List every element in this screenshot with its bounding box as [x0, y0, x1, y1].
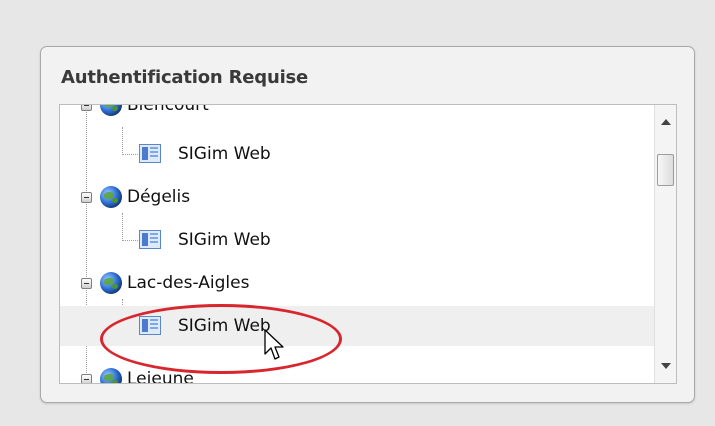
scroll-thumb[interactable]	[657, 154, 674, 186]
vertical-scrollbar[interactable]	[654, 105, 676, 383]
collapse-toggle-icon[interactable]	[81, 192, 92, 203]
tree-item-sigim-web[interactable]: SIGim Web	[60, 221, 654, 259]
scroll-down-arrow-icon[interactable]	[661, 363, 671, 369]
globe-icon	[100, 186, 122, 208]
tree-item-label: SIGim Web	[178, 230, 271, 250]
highlight-annotation	[100, 304, 342, 374]
globe-icon	[100, 105, 122, 116]
mouse-pointer-icon	[264, 329, 284, 360]
application-icon	[139, 230, 161, 249]
tree-item-label: SIGim Web	[178, 144, 271, 164]
tree-item-biencourt[interactable]: Biencourt	[60, 105, 654, 124]
collapse-toggle-icon[interactable]	[81, 278, 92, 289]
application-icon	[139, 144, 161, 163]
collapse-toggle-icon[interactable]	[81, 105, 92, 111]
tree-item-lac-des-aigles[interactable]: Lac-des-Aigles	[60, 264, 654, 302]
collapse-toggle-icon[interactable]	[81, 374, 92, 383]
globe-icon	[100, 272, 122, 294]
tree-item-label: Biencourt	[127, 105, 209, 115]
globe-icon	[100, 368, 122, 383]
tree-item-label: Dégelis	[127, 187, 191, 207]
dialog-title: Authentification Requise	[61, 67, 309, 88]
tree-item-degelis[interactable]: Dégelis	[60, 178, 654, 216]
tree-item-sigim-web[interactable]: SIGim Web	[60, 135, 654, 173]
scroll-up-arrow-icon[interactable]	[661, 119, 671, 125]
tree-item-label: Lac-des-Aigles	[127, 273, 250, 293]
